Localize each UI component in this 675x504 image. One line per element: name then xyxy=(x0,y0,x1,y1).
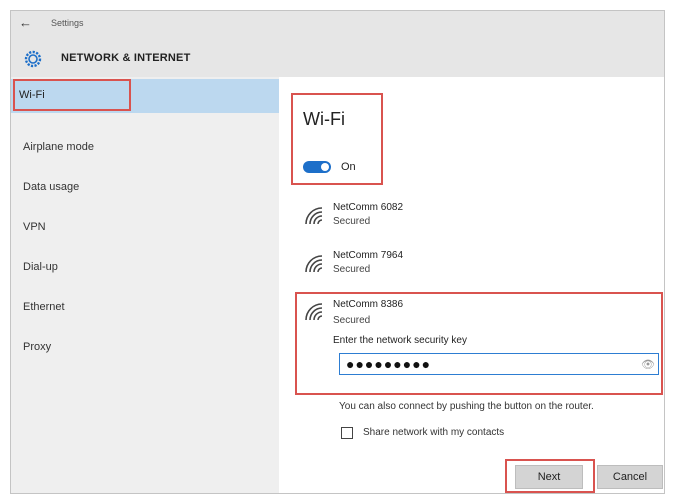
cancel-button[interactable]: Cancel xyxy=(597,465,663,489)
wifi-title: Wi-Fi xyxy=(303,109,345,129)
sidebar-item-label: Wi-Fi xyxy=(19,89,45,101)
toggle-label: On xyxy=(341,161,356,173)
next-button[interactable]: Next xyxy=(515,465,583,489)
gear-icon xyxy=(24,50,42,68)
wifi-signal-icon xyxy=(305,207,323,225)
wifi-toggle[interactable] xyxy=(303,161,331,173)
network-status: Secured xyxy=(333,216,371,227)
toggle-knob xyxy=(321,163,329,171)
network-name: NetComm 7964 xyxy=(333,250,404,261)
security-key-label: Enter the network security key xyxy=(333,335,467,346)
sidebar-item-airplane-mode[interactable]: Airplane mode xyxy=(23,141,94,153)
share-network-label: Share network with my contacts xyxy=(363,427,505,438)
sidebar: Wi-Fi Airplane mode Data usage VPN Dial-… xyxy=(11,77,279,493)
network-name: NetComm 6082 xyxy=(333,202,404,213)
wifi-panel: Wi-Fi On NetComm 6082 Secured NetComm 79… xyxy=(279,77,664,493)
sidebar-item-wifi[interactable]: Wi-Fi xyxy=(11,79,279,113)
app-title: Settings xyxy=(51,18,84,28)
back-arrow-icon[interactable]: ← xyxy=(19,16,32,30)
network-status: Secured xyxy=(333,264,371,275)
settings-window: ← Settings NETWORK & INTERNET Wi-Fi Airp… xyxy=(10,10,665,494)
sidebar-item-data-usage[interactable]: Data usage xyxy=(23,181,79,193)
sidebar-item-vpn[interactable]: VPN xyxy=(23,221,46,233)
network-status: Secured xyxy=(333,315,371,326)
sidebar-item-ethernet[interactable]: Ethernet xyxy=(23,301,65,313)
wifi-signal-icon xyxy=(305,255,323,273)
security-key-input[interactable] xyxy=(339,353,659,375)
reveal-password-icon[interactable]: 👁 xyxy=(641,358,655,371)
sidebar-item-proxy[interactable]: Proxy xyxy=(23,341,51,353)
wifi-signal-icon xyxy=(305,303,323,321)
sidebar-item-dial-up[interactable]: Dial-up xyxy=(23,261,58,273)
network-name: NetComm 8386 xyxy=(333,299,404,310)
router-hint: You can also connect by pushing the butt… xyxy=(339,401,594,412)
title-bar: ← Settings NETWORK & INTERNET xyxy=(11,11,664,77)
share-network-checkbox[interactable] xyxy=(341,427,353,439)
page-title: NETWORK & INTERNET xyxy=(61,52,191,64)
